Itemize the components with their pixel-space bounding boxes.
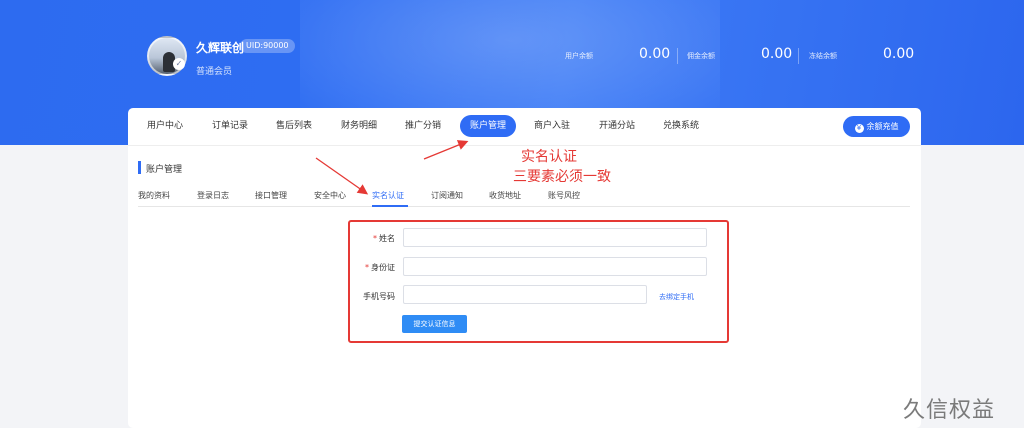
bind-phone-link[interactable]: 去绑定手机: [659, 292, 694, 302]
stat-value-frozen-balance: 0.00: [883, 46, 915, 62]
watermark: 久信权益: [903, 398, 996, 423]
topnav-finance-details[interactable]: 财务明细: [333, 115, 385, 137]
topnav-exchange-system[interactable]: 兑换系统: [655, 115, 707, 137]
subtab-divider: [138, 206, 910, 207]
subtab-my-profile[interactable]: 我的资料: [138, 190, 170, 201]
recharge-button[interactable]: ¥ 余额充值: [843, 116, 910, 137]
topnav-promotion[interactable]: 推广分销: [397, 115, 449, 137]
shield-icon: ✓: [173, 58, 185, 70]
submit-auth-button[interactable]: 提交认证信息: [402, 315, 467, 333]
annotation-title: 实名认证: [521, 149, 577, 165]
topnav-order-records[interactable]: 订单记录: [204, 115, 256, 137]
recharge-label: 余额充值: [866, 122, 899, 131]
topnav-merchant-entry[interactable]: 商户入驻: [526, 115, 578, 137]
topnav-aftersale-list[interactable]: 售后列表: [268, 115, 320, 137]
subtab-shipping-address[interactable]: 收货地址: [489, 190, 521, 201]
section-accent-bar: [138, 161, 141, 174]
avatar[interactable]: [147, 36, 187, 76]
subtab-login-log[interactable]: 登录日志: [197, 190, 229, 201]
member-level: 普通会员: [196, 67, 233, 77]
topnav-account-management[interactable]: 账户管理: [460, 115, 516, 137]
annotation-note: 三要素必须一致: [513, 169, 611, 185]
stat-label-frozen-balance: 冻结余额: [809, 52, 837, 60]
stat-value-user-balance: 0.00: [639, 46, 671, 62]
subtab-account-risk-control[interactable]: 账号风控: [548, 190, 580, 201]
recharge-icon: ¥: [854, 124, 864, 133]
phone-label: 手机号码: [363, 292, 395, 301]
uid-badge: UID:90000: [240, 39, 295, 53]
id-card-label: * 身份证: [365, 263, 395, 272]
subtab-security-center[interactable]: 安全中心: [314, 190, 346, 201]
name-label: * 姓名: [373, 234, 395, 243]
name-input[interactable]: [403, 228, 707, 247]
subtab-api-management[interactable]: 接口管理: [255, 190, 287, 201]
section-title: 账户管理: [146, 165, 183, 175]
phone-input[interactable]: [403, 285, 647, 304]
subtab-subscription-notice[interactable]: 订阅通知: [431, 190, 463, 201]
stat-divider: [798, 48, 799, 64]
stat-label-user-balance: 用户余额: [565, 52, 593, 60]
user-name: 久辉联创: [196, 41, 245, 55]
topnav-user-center[interactable]: 用户中心: [139, 115, 191, 137]
stat-value-commission-balance: 0.00: [761, 46, 793, 62]
id-card-input[interactable]: [403, 257, 707, 276]
subtab-active-underline: [372, 205, 408, 207]
topnav-open-substation[interactable]: 开通分站: [591, 115, 643, 137]
stat-label-commission-balance: 佣金余额: [687, 52, 715, 60]
stat-divider: [677, 48, 678, 64]
subtab-real-name-auth[interactable]: 实名认证: [372, 190, 404, 201]
